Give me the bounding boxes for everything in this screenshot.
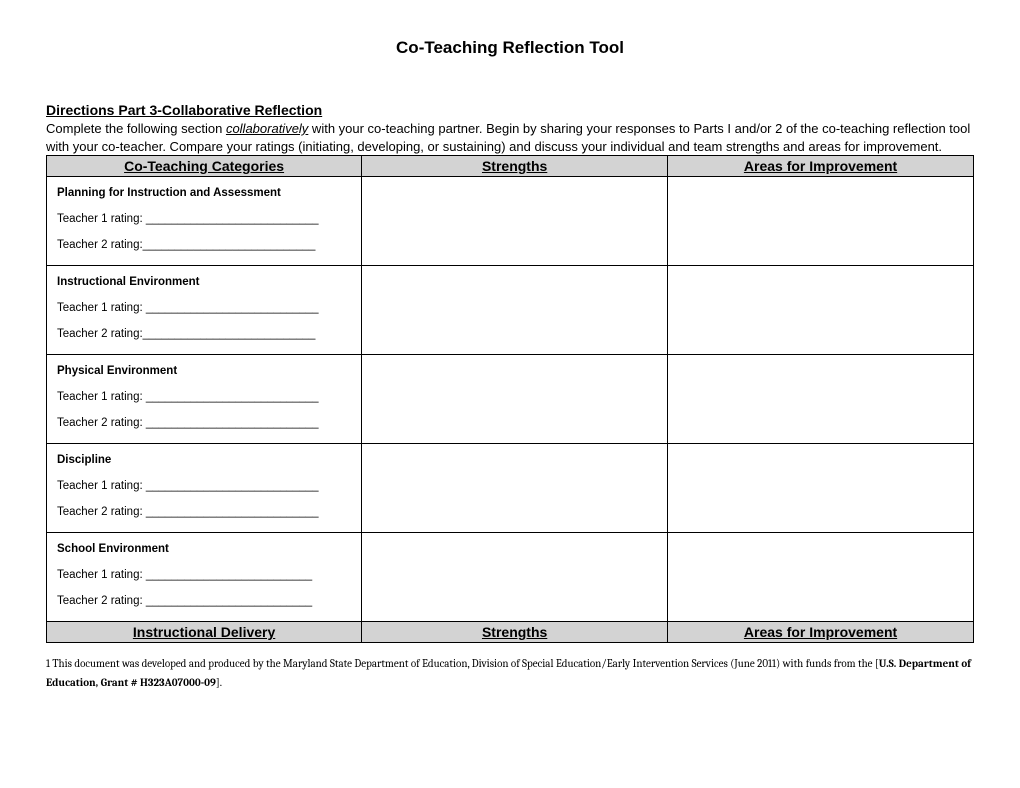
table-row: School Environment Teacher 1 rating: ___… <box>47 533 974 622</box>
category-cell: Planning for Instruction and Assessment … <box>47 177 362 266</box>
footnote-text1: This document was developed and produced… <box>50 657 879 670</box>
subheader-strengths: Strengths <box>362 622 668 643</box>
footnote: 1 This document was developed and produc… <box>46 655 974 692</box>
improvement-cell <box>668 533 974 622</box>
teacher1-rating: Teacher 1 rating: ______________________… <box>57 480 351 492</box>
header-strengths: Strengths <box>362 156 668 177</box>
subheader-delivery: Instructional Delivery <box>47 622 362 643</box>
strengths-cell <box>362 355 668 444</box>
strengths-cell <box>362 533 668 622</box>
category-cell: School Environment Teacher 1 rating: ___… <box>47 533 362 622</box>
category-title: Instructional Environment <box>57 276 351 288</box>
category-title: Planning for Instruction and Assessment <box>57 187 351 199</box>
category-cell: Instructional Environment Teacher 1 rati… <box>47 266 362 355</box>
teacher1-rating: Teacher 1 rating: ______________________… <box>57 302 351 314</box>
directions-block: Directions Part 3-Collaborative Reflecti… <box>46 102 974 155</box>
improvement-cell <box>668 444 974 533</box>
strengths-cell <box>362 444 668 533</box>
category-title: Discipline <box>57 454 351 466</box>
teacher2-rating: Teacher 2 rating: ______________________… <box>57 417 351 429</box>
category-title: School Environment <box>57 543 351 555</box>
header-categories: Co-Teaching Categories <box>47 156 362 177</box>
teacher1-rating: Teacher 1 rating: ______________________… <box>57 213 351 225</box>
table-row: Discipline Teacher 1 rating: ___________… <box>47 444 974 533</box>
teacher1-rating: Teacher 1 rating: ______________________… <box>57 391 351 403</box>
reflection-table: Co-Teaching Categories Strengths Areas f… <box>46 155 974 643</box>
teacher1-rating: Teacher 1 rating: ______________________… <box>57 569 351 581</box>
improvement-cell <box>668 355 974 444</box>
table-row: Planning for Instruction and Assessment … <box>47 177 974 266</box>
improvement-cell <box>668 177 974 266</box>
header-improvement: Areas for Improvement <box>668 156 974 177</box>
footnote-text2: ]. <box>216 676 222 689</box>
subheader-improvement: Areas for Improvement <box>668 622 974 643</box>
category-title: Physical Environment <box>57 365 351 377</box>
page-title: Co-Teaching Reflection Tool <box>46 38 974 58</box>
directions-text: Complete the following section collabora… <box>46 120 974 155</box>
category-cell: Physical Environment Teacher 1 rating: _… <box>47 355 362 444</box>
table-row: Instructional Environment Teacher 1 rati… <box>47 266 974 355</box>
teacher2-rating: Teacher 2 rating: ______________________… <box>57 506 351 518</box>
directions-pre: Complete the following section <box>46 121 226 136</box>
directions-emph: collaboratively <box>226 121 308 136</box>
teacher2-rating: Teacher 2 rating:_______________________… <box>57 328 351 340</box>
table-header-row: Co-Teaching Categories Strengths Areas f… <box>47 156 974 177</box>
directions-heading: Directions Part 3-Collaborative Reflecti… <box>46 102 974 118</box>
teacher2-rating: Teacher 2 rating:_______________________… <box>57 239 351 251</box>
strengths-cell <box>362 266 668 355</box>
table-subheader-row: Instructional Delivery Strengths Areas f… <box>47 622 974 643</box>
improvement-cell <box>668 266 974 355</box>
strengths-cell <box>362 177 668 266</box>
table-row: Physical Environment Teacher 1 rating: _… <box>47 355 974 444</box>
category-cell: Discipline Teacher 1 rating: ___________… <box>47 444 362 533</box>
teacher2-rating: Teacher 2 rating: ______________________… <box>57 595 351 607</box>
